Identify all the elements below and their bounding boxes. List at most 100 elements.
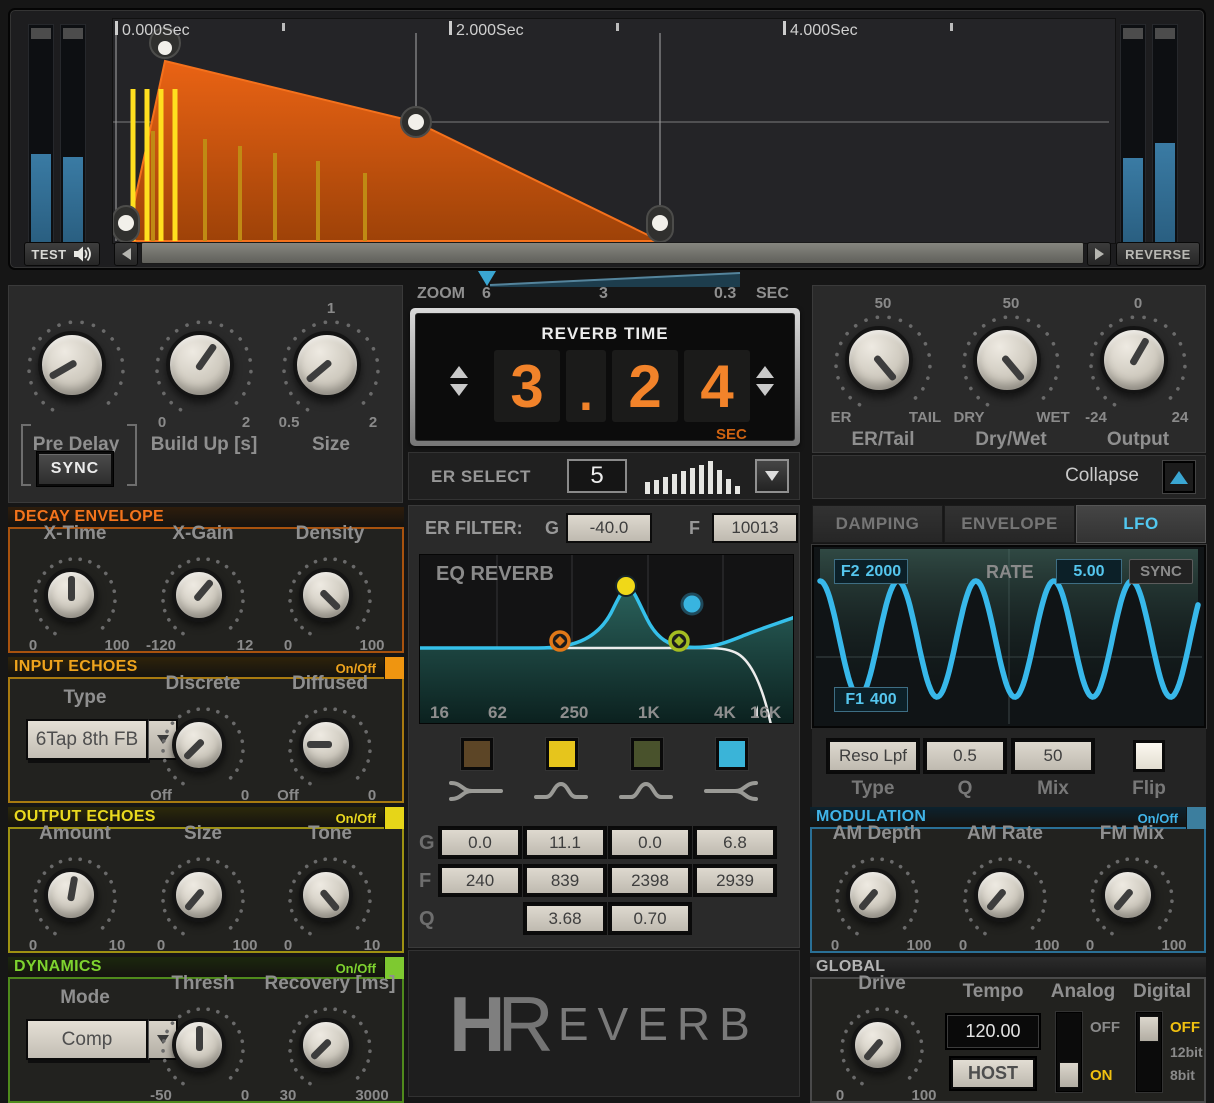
analog-switch[interactable]: [1056, 1012, 1082, 1092]
eq-f1-value[interactable]: 240: [440, 866, 520, 895]
eq-band4-high-shelf-icon[interactable]: [703, 778, 759, 804]
reverb-time-digit[interactable]: 4: [684, 350, 750, 422]
er-select-value[interactable]: 5: [567, 459, 627, 493]
reverb-time-digit[interactable]: 3: [494, 350, 560, 422]
tab-lfo[interactable]: LFO: [1076, 505, 1206, 543]
reverb-time-digit[interactable]: .: [566, 350, 606, 422]
eq-band1-low-shelf-icon[interactable]: [448, 778, 504, 804]
envelope-graph[interactable]: 0.000Sec 2.000Sec 4.000Sec: [112, 19, 1115, 243]
knob-amount-min: 0: [28, 937, 38, 954]
envelope-handle-xtime[interactable]: [400, 106, 432, 138]
collapse-button[interactable]: [1163, 461, 1195, 493]
eq-f4-value[interactable]: 2939: [695, 866, 775, 895]
eq-handle-band4[interactable]: [680, 592, 704, 616]
knob-fm-mix-min: 0: [1085, 937, 1095, 954]
eq-f3-value[interactable]: 2398: [610, 866, 690, 895]
knob-discrete[interactable]: [159, 705, 247, 793]
knob-density[interactable]: [286, 555, 374, 643]
eq-g1-value[interactable]: 0.0: [440, 828, 520, 857]
knob-tone[interactable]: [286, 855, 374, 943]
eq-g4-value[interactable]: 6.8: [695, 828, 775, 857]
knob-size[interactable]: [159, 855, 247, 943]
reverb-time-digit[interactable]: 2: [612, 350, 678, 422]
scroll-right-button[interactable]: [1087, 242, 1111, 266]
lfo-q-value[interactable]: 0.5: [925, 740, 1005, 772]
knob-build-up-s[interactable]: [153, 318, 255, 420]
lfo-f2-chip[interactable]: F2 2000: [834, 559, 908, 584]
lfo-mix-value[interactable]: 50: [1013, 740, 1093, 772]
knob-output-value: 0: [1133, 295, 1143, 312]
analog-switch-handle[interactable]: [1059, 1062, 1079, 1088]
host-button[interactable]: HOST: [951, 1058, 1035, 1089]
knob-amount[interactable]: [31, 855, 119, 943]
lfo-f1-chip[interactable]: F1 400: [834, 687, 908, 712]
reverse-button[interactable]: REVERSE: [1116, 242, 1200, 266]
knob-er-tail[interactable]: [832, 313, 934, 415]
envelope-display[interactable]: 0.000Sec 2.000Sec 4.000Sec: [112, 18, 1116, 244]
knob-x-time[interactable]: [31, 555, 119, 643]
eq-band4-swatch[interactable]: [716, 738, 748, 770]
eq-g3-value[interactable]: 0.0: [610, 828, 690, 857]
lfo-rate-value[interactable]: 5.00: [1056, 559, 1122, 584]
knob-build-up-s-min: 0: [157, 414, 167, 431]
eq-q3-value[interactable]: 0.70: [610, 904, 690, 933]
envelope-handle-end[interactable]: [646, 205, 674, 243]
knob-diffused[interactable]: [286, 705, 374, 793]
test-button[interactable]: TEST: [24, 242, 100, 266]
knob-drive[interactable]: [838, 1005, 926, 1093]
knob-thresh[interactable]: [159, 1005, 247, 1093]
reverb-time-unit: SEC: [716, 426, 747, 443]
knob-size-group: 1 0.5 2 Size: [261, 300, 401, 455]
eq-band1-swatch[interactable]: [461, 738, 493, 770]
up-arrow-icon: [450, 366, 468, 378]
er-tap-bar: [363, 173, 367, 241]
er-select-dropdown-button[interactable]: [755, 459, 789, 493]
eq-band2-bell-icon[interactable]: [533, 778, 589, 804]
tempo-value[interactable]: 120.00: [947, 1015, 1039, 1048]
knob-dry-wet[interactable]: [960, 313, 1062, 415]
analog-off-label[interactable]: OFF: [1090, 1019, 1120, 1036]
er-filter-freq-value[interactable]: 10013: [712, 513, 798, 543]
eq-handle-band2[interactable]: [615, 575, 637, 597]
knob-size[interactable]: [280, 318, 382, 420]
knob-fm-mix[interactable]: [1088, 855, 1176, 943]
collapse-label: Collapse: [1065, 465, 1139, 486]
lfo-flip-toggle[interactable]: [1133, 740, 1165, 772]
digital-off-label[interactable]: OFF: [1170, 1019, 1200, 1036]
eq-handle-band1[interactable]: [549, 630, 571, 652]
lfo-type-value[interactable]: Reso Lpf: [828, 740, 918, 772]
digital-switch[interactable]: [1136, 1012, 1162, 1092]
digital-12bit-label[interactable]: 12bit: [1170, 1044, 1203, 1060]
reverb-time-spinner-right[interactable]: [756, 366, 774, 396]
scrollbar[interactable]: [141, 242, 1084, 264]
knob-output[interactable]: [1087, 313, 1189, 415]
knob-recovery-ms[interactable]: [286, 1005, 374, 1093]
eq-handle-band3[interactable]: [668, 630, 690, 652]
eq-band3-bell-icon[interactable]: [618, 778, 674, 804]
zoom-slider[interactable]: [480, 268, 746, 294]
knob-am-depth[interactable]: [833, 855, 921, 943]
knob-er-tail-pointer: [873, 353, 898, 382]
eq-band3-swatch[interactable]: [631, 738, 663, 770]
eq-q2-value[interactable]: 3.68: [525, 904, 605, 933]
pre-delay-sync-button[interactable]: SYNC: [37, 452, 113, 486]
scroll-left-button[interactable]: [114, 242, 138, 266]
tab-envelope[interactable]: ENVELOPE: [944, 505, 1075, 543]
eq-f2-value[interactable]: 839: [525, 866, 605, 895]
pre-delay-panel: Pre Delay 0 2 Build Up [s] 1 0.5 2 Size …: [8, 285, 403, 503]
reverb-time-spinner-left[interactable]: [450, 366, 468, 396]
lfo-sync-button[interactable]: SYNC: [1129, 559, 1193, 584]
eq-g2-value[interactable]: 11.1: [525, 828, 605, 857]
knob-pre-delay[interactable]: [25, 318, 127, 420]
eq-graph[interactable]: EQ REVERB 16 62 250 1K 4K 16K: [419, 554, 794, 724]
digital-8bit-label[interactable]: 8bit: [1170, 1067, 1195, 1083]
knob-am-rate[interactable]: [961, 855, 1049, 943]
digital-switch-handle[interactable]: [1139, 1016, 1159, 1042]
knob-diffused-max: 0: [367, 787, 377, 804]
er-filter-gain-value[interactable]: -40.0: [566, 513, 652, 543]
analog-on-label[interactable]: ON: [1090, 1067, 1113, 1084]
eq-band2-swatch[interactable]: [546, 738, 578, 770]
envelope-handle-predelay[interactable]: [112, 205, 140, 243]
knob-x-gain[interactable]: [159, 555, 247, 643]
tab-damping[interactable]: DAMPING: [812, 505, 943, 543]
